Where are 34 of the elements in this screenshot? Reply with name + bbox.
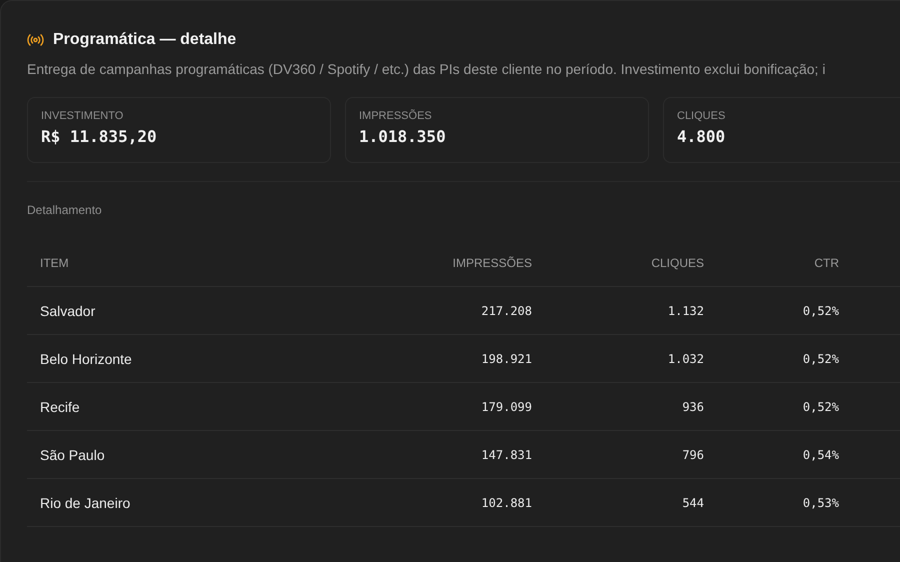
table-cell: 796 (532, 430, 704, 478)
metric-value: 1.018.350 (359, 127, 447, 146)
table-cell: 0,52% (704, 286, 839, 334)
table-cell: 147.831 (340, 430, 532, 478)
broadcast-icon (27, 34, 44, 46)
panel-description: Entrega de campanhas programáticas (DV360 / Spotify / etc.) das PIs deste cliente no período. Investimento exclui bonificação; i (27, 61, 826, 77)
table-cell: 179.099 (340, 382, 532, 430)
metric-label: INVESTIMENTO (41, 110, 124, 122)
column-header: CTR (704, 239, 839, 286)
table-cell: 936 (532, 382, 704, 430)
table-cell: 198.921 (340, 334, 532, 382)
metric-value: 4.800 (677, 127, 726, 146)
table-cell: Belo Horizonte (27, 334, 340, 382)
table-cell: 1.032 (532, 334, 704, 382)
metric-label: CLIQUES (677, 110, 726, 122)
table-cell: 102.881 (340, 478, 532, 526)
column-header: IMPRESSÕES (340, 239, 532, 286)
table-cell: 0,53% (704, 478, 839, 526)
table-cell: 217.208 (340, 286, 532, 334)
table-cell: 0,52% (704, 334, 839, 382)
panel-title: Programática — detalhe (53, 31, 236, 49)
table-cell: 0,52% (704, 382, 839, 430)
column-header: CLIQUES (532, 239, 704, 286)
metric-label: IMPRESSÕES (359, 110, 433, 122)
table-cell: Salvador (27, 286, 340, 334)
metric-value: R$ 11.835,20 (41, 127, 158, 146)
table-cell: 544 (532, 478, 704, 526)
table-cell: 0,54% (704, 430, 839, 478)
column-header: ITEM (27, 239, 340, 286)
section-title: Detalhamento (27, 203, 103, 217)
table-cell: Recife (27, 382, 340, 430)
table-cell: São Paulo (27, 430, 340, 478)
table-cell: 1.132 (532, 286, 704, 334)
table-cell: Rio de Janeiro (27, 478, 340, 526)
